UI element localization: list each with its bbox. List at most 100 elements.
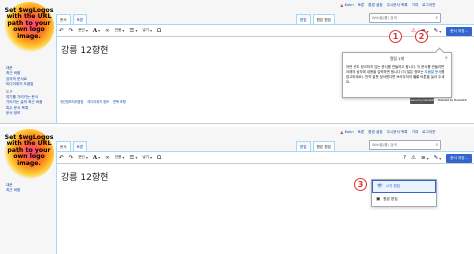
text-style-dropdown[interactable]: A	[93, 155, 100, 161]
page-options-menu[interactable]: ≡	[421, 155, 429, 161]
logo-text: Set $wgLogos with the URL path to your o…	[4, 134, 54, 167]
view-tabs: 편집 원본 편집	[296, 139, 335, 151]
insert-dropdown[interactable]: 넣기	[142, 28, 152, 33]
preferences-link[interactable]: 환경 설정	[368, 130, 382, 135]
site-logo[interactable]: Set $wgLogos with the URL path to your o…	[4, 2, 54, 52]
page-title[interactable]: 강릉 12향현	[61, 43, 108, 56]
menu-item-label: 원본 편집	[383, 197, 398, 201]
search-input[interactable]: Wiki을(를) 검색 ⌕	[369, 140, 441, 150]
sidebar-item-page-info[interactable]: 문서 정보	[6, 111, 56, 116]
editor-toolbar: ↶ ↷ 문단 A ∞ 인용 ☰ 넣기 Ω ⚠ ≡ ✎ 문서 저장...	[57, 25, 474, 37]
cite-dropdown[interactable]: 인용	[115, 155, 125, 160]
special-characters-button[interactable]: Ω	[157, 155, 161, 161]
paragraph-label: 문단	[78, 28, 85, 32]
help-link[interactable]: 도움말 문서	[425, 70, 442, 74]
disclaimer-link[interactable]: 면책 조항	[113, 99, 126, 104]
namespace-tabs: 문서 토론	[56, 12, 88, 24]
edit-mode-switch[interactable]: ✎	[434, 28, 442, 34]
notice-button[interactable]: ⚠	[411, 155, 416, 161]
sidebar: 대문 최근 바뀜	[6, 183, 56, 194]
link-icon: ∞	[105, 154, 110, 161]
undo-button[interactable]: ↶	[59, 155, 64, 161]
site-logo[interactable]: Set $wgLogos with the URL path to your o…	[4, 129, 54, 179]
text-style-dropdown[interactable]: A	[93, 28, 100, 34]
preferences-link[interactable]: 환경 설정	[368, 3, 382, 8]
special-characters-button[interactable]: Ω	[157, 28, 161, 34]
tab-edit-source[interactable]: 원본 편집	[312, 141, 335, 151]
watchlist-link[interactable]: 주시문서 목록	[387, 130, 408, 135]
edit-mode-switch[interactable]: ✎	[434, 155, 442, 161]
search-icon[interactable]: ⌕	[435, 142, 438, 148]
tab-page[interactable]: 문서	[56, 14, 71, 24]
logo-text: Set $wgLogos with the URL path to your o…	[4, 7, 54, 40]
menu-item-label: 시각 편집	[385, 184, 401, 188]
redo-button[interactable]: ↷	[69, 28, 74, 34]
list-dropdown[interactable]: ☰	[129, 155, 137, 161]
save-button[interactable]: 문서 저장...	[446, 26, 472, 36]
edit-mode-icon: ✎	[433, 155, 439, 161]
user-icon: ♟	[340, 129, 344, 135]
redo-button[interactable]: ↷	[69, 155, 74, 161]
notice-popup: 알림 1개 × 어떤 곳도 링크하지 않는 문서를 만들려고 합니다. 이 문서…	[342, 52, 452, 98]
user-icon: ♟	[340, 2, 344, 8]
editor-toolbar: ↶ ↷ 문단 A ∞ 인용 ☰ 넣기 Ω ? ⚠ ≡ ✎ 문서 저장...	[57, 152, 474, 164]
paragraph-dropdown[interactable]: 문단	[78, 28, 88, 33]
save-button[interactable]: 문서 저장...	[446, 153, 472, 163]
close-icon[interactable]: ×	[445, 55, 448, 60]
annotation-marker-1: 1	[389, 30, 402, 43]
tab-edit[interactable]: 편집	[296, 14, 311, 24]
page-title[interactable]: 강릉 12향현	[61, 170, 108, 183]
edit-mode-icon: ✎	[433, 28, 439, 34]
user-link[interactable]: ♟ Kuhn	[340, 130, 354, 135]
popup-body: 어떤 곳도 링크하지 않는 문서를 만들려고 합니다. 이 문서를 만들려면 아…	[346, 65, 445, 84]
about-link[interactable]: 미디어위키 정보	[87, 99, 109, 104]
logout-link[interactable]: 로그아웃	[422, 130, 435, 135]
list-dropdown[interactable]: ☰	[129, 28, 137, 34]
tab-talk[interactable]: 토론	[72, 141, 88, 151]
paragraph-label: 문단	[78, 155, 85, 159]
tab-edit[interactable]: 편집	[296, 141, 311, 151]
annotation-marker-3: 3	[354, 178, 367, 191]
menu-item-source-edit[interactable]: ▣ 원본 편집	[372, 193, 436, 206]
text-style-icon: A	[92, 154, 98, 161]
privacy-link[interactable]: 개인정보처리방침	[60, 99, 83, 104]
link-icon: ∞	[105, 27, 110, 34]
contributions-link[interactable]: 기여	[412, 130, 419, 135]
user-link[interactable]: ♟ Kuhn	[340, 3, 354, 8]
cite-label: 인용	[114, 155, 122, 159]
search-placeholder: Wiki을(를) 검색	[372, 142, 397, 147]
sidebar: 대문 최근 바뀜 임의의 문서로 미디어위키 도움말 도구 여기를 가리키는 문…	[6, 66, 56, 117]
link-button[interactable]: ∞	[105, 28, 110, 34]
menu-item-visual-edit[interactable]: 👁 시각 편집	[372, 180, 436, 193]
list-icon: ☰	[129, 27, 135, 34]
paragraph-dropdown[interactable]: 문단	[78, 155, 88, 160]
insert-label: 넣기	[142, 155, 149, 159]
help-button[interactable]: ?	[403, 155, 406, 161]
cite-label: 인용	[114, 28, 122, 32]
cite-dropdown[interactable]: 인용	[115, 28, 125, 33]
logout-link[interactable]: 로그아웃	[422, 3, 435, 8]
undo-button[interactable]: ↶	[59, 28, 64, 34]
contributions-link[interactable]: 기여	[412, 3, 419, 8]
personal-tools: ♟ Kuhn 토론 환경 설정 주시문서 목록 기여 로그아웃	[340, 2, 435, 8]
search-icon[interactable]: ⌕	[435, 15, 438, 21]
list-icon: ☰	[129, 154, 135, 161]
tab-page[interactable]: 문서	[56, 141, 71, 151]
namespace-tabs: 문서 토론	[56, 139, 88, 151]
search-input[interactable]: Wiki을(를) 검색 ⌕	[369, 13, 441, 23]
sidebar-item-help[interactable]: 미디어위키 도움말	[6, 82, 56, 87]
edit-mode-menu: 👁 시각 편집 ▣ 원본 편집	[371, 179, 437, 207]
tab-edit-source[interactable]: 원본 편집	[312, 14, 335, 24]
wikitext-icon: ▣	[376, 197, 381, 202]
toolbar-right: ? ⚠ ≡ ✎ 문서 저장...	[403, 152, 472, 164]
sidebar-item-recent[interactable]: 최근 바뀜	[6, 188, 56, 193]
popup-title: 알림 1개	[389, 56, 405, 61]
watchlist-link[interactable]: 주시문서 목록	[387, 3, 408, 8]
talk-link[interactable]: 토론	[358, 130, 365, 135]
link-button[interactable]: ∞	[105, 155, 110, 161]
insert-dropdown[interactable]: 넣기	[142, 155, 152, 160]
personal-tools: ♟ Kuhn 토론 환경 설정 주시문서 목록 기여 로그아웃	[340, 129, 435, 135]
tab-talk[interactable]: 토론	[72, 14, 88, 24]
talk-link[interactable]: 토론	[358, 3, 365, 8]
menu-icon: ≡	[420, 155, 426, 161]
